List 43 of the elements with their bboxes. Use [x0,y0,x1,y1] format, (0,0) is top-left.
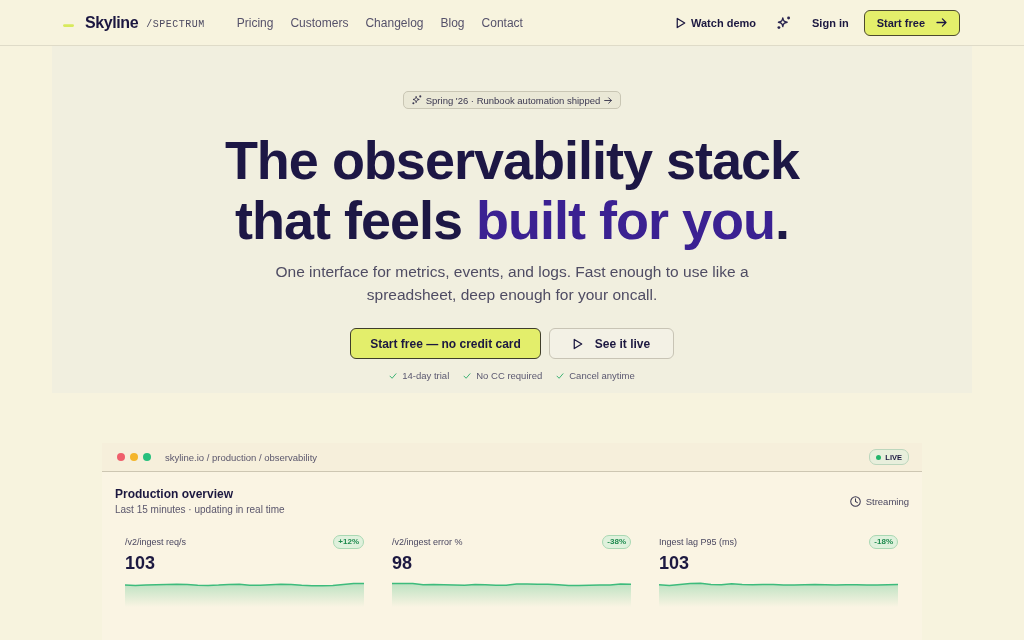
nav-link[interactable]: Contact [481,15,523,30]
perk-text: Cancel anytime [569,370,635,382]
hero-subtitle: One interface for metrics, events, and logs. Fast enough to use like a spreadsheet, deep enough for your oncall. [274,262,750,305]
logo-mark-icon [63,24,74,27]
nav-link[interactable]: Changelog [365,15,424,30]
streaming-label: Streaming [865,496,909,507]
hero-heading: The observability stack that feels built for you. [224,130,800,250]
check-icon [389,373,398,379]
perk-text: 14-day trial [402,370,450,382]
trend-badge: -18% [869,535,898,549]
sparkle-icon[interactable] [777,15,792,30]
clock-icon [849,496,861,507]
arrow-right-icon [936,18,947,27]
start-free-button[interactable]: Start free — no credit card [350,328,541,359]
sparkle-icon [411,95,422,105]
arrow-right-icon [604,96,613,104]
perk-text: No CC required [476,370,543,382]
panel-subtitle: Last 15 minutes · updating in real time [115,503,285,516]
logo-suffix: /SPECTRUM [146,18,205,30]
metric-value: 103 [125,553,157,573]
announcement-link[interactable]: Spring '26 · Runbook automation shipped [402,91,622,109]
trend-badge: -38% [602,535,631,549]
panel-title: Production overview [115,487,235,502]
trend-badge: +12% [333,535,364,549]
see-it-live-button[interactable]: See it live [549,328,674,359]
check-icon [463,373,472,379]
metric-value: 98 [392,553,414,573]
breadcrumb-path: skyline.io / production / observability [165,451,318,463]
watch-demo-button[interactable]: Watch demo [676,16,757,29]
play-icon [676,16,687,29]
metric-value: 103 [659,553,691,573]
nav-link[interactable]: Customers [290,15,349,30]
nav-link[interactable]: Blog [440,15,465,30]
logo-wordmark[interactable]: Skyline [85,13,139,32]
metric-label: Ingest lag P95 (ms) [659,537,738,547]
check-icon [556,373,565,379]
nav-link[interactable]: Pricing [236,15,274,30]
start-free-button[interactable]: Start free [863,9,960,36]
sign-in-button[interactable]: Sign in [812,16,849,29]
status-dot-icon [876,454,882,460]
play-icon [572,337,583,350]
metric-label: /v2/ingest error % [392,537,463,547]
metric-label: /v2/ingest req/s [125,537,187,547]
